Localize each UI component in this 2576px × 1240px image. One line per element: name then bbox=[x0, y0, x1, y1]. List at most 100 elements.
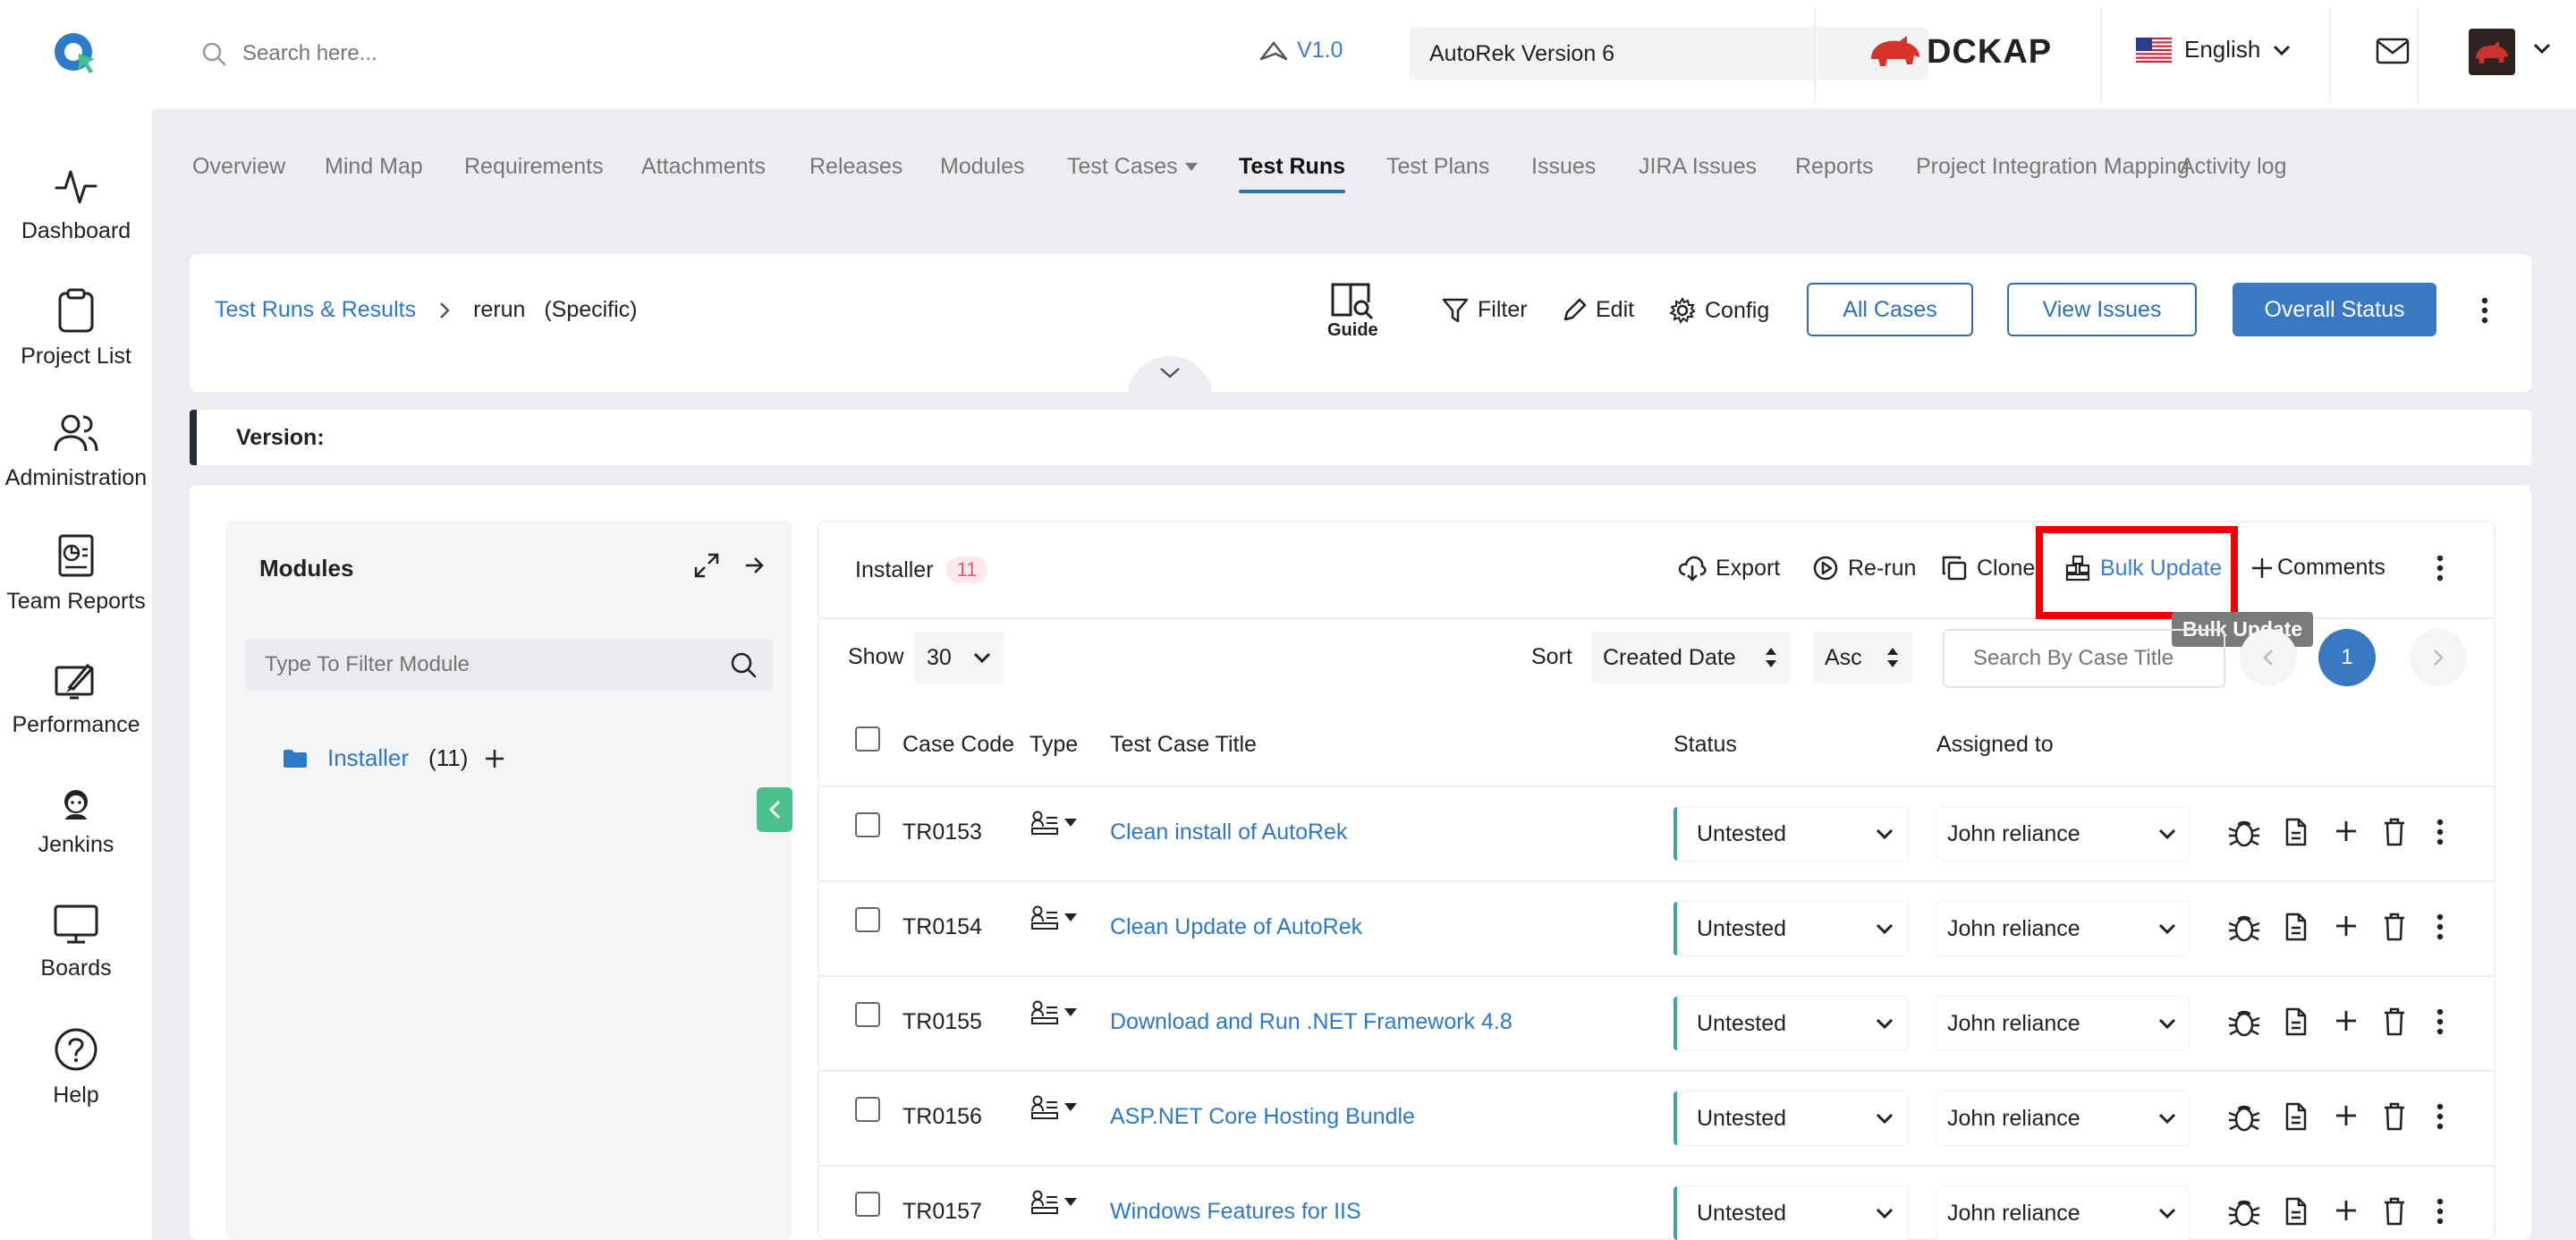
col-case-code[interactable]: Case Code bbox=[902, 732, 1014, 758]
report-bug-button[interactable] bbox=[2227, 1195, 2261, 1229]
sidebar-item-jenkins[interactable]: Jenkins bbox=[0, 786, 152, 858]
case-type-select[interactable] bbox=[1030, 1000, 1077, 1025]
language-select[interactable]: English bbox=[2136, 36, 2291, 64]
sort-field-select[interactable]: Created Date bbox=[1590, 632, 1791, 684]
more-options-button[interactable] bbox=[2479, 297, 2490, 324]
view-details-button[interactable] bbox=[2284, 1197, 2308, 1226]
delete-button[interactable] bbox=[2383, 1102, 2406, 1131]
col-status[interactable]: Status bbox=[1674, 732, 1737, 758]
status-select[interactable]: Untested bbox=[1674, 1186, 1908, 1240]
case-type-select[interactable] bbox=[1030, 1190, 1077, 1215]
edit-button[interactable]: Edit bbox=[1562, 297, 1634, 323]
case-type-select[interactable] bbox=[1030, 1095, 1077, 1120]
global-search[interactable] bbox=[201, 34, 648, 73]
case-title-link[interactable]: Download and Run .NET Framework 4.8 bbox=[1110, 1009, 1513, 1035]
case-type-select[interactable] bbox=[1030, 811, 1077, 836]
delete-button[interactable] bbox=[2383, 1197, 2406, 1226]
col-title[interactable]: Test Case Title bbox=[1110, 732, 1257, 758]
row-more-button[interactable] bbox=[2435, 1198, 2445, 1225]
assignee-select[interactable]: John reliance bbox=[1936, 997, 2189, 1050]
row-checkbox[interactable] bbox=[855, 812, 880, 837]
status-select[interactable]: Untested bbox=[1674, 807, 1908, 861]
assignee-select[interactable]: John reliance bbox=[1936, 1186, 2189, 1240]
overall-status-button[interactable]: Overall Status bbox=[2233, 283, 2436, 336]
sort-order-select[interactable]: Asc bbox=[1812, 632, 1912, 684]
collapse-modules-button[interactable] bbox=[757, 787, 792, 832]
sidebar-item-help[interactable]: Help bbox=[0, 1027, 152, 1108]
global-search-input[interactable] bbox=[242, 41, 600, 66]
tab-mind-map[interactable]: Mind Map bbox=[325, 154, 423, 180]
row-checkbox[interactable] bbox=[855, 1097, 880, 1122]
case-type-select[interactable] bbox=[1030, 905, 1077, 930]
sidebar-item-team-reports[interactable]: Team Reports bbox=[0, 533, 152, 615]
version-link[interactable]: V1.0 bbox=[1259, 38, 1343, 64]
view-details-button[interactable] bbox=[2284, 818, 2308, 846]
all-cases-button[interactable]: All Cases bbox=[1807, 283, 1973, 336]
case-title-link[interactable]: ASP.NET Core Hosting Bundle bbox=[1110, 1104, 1415, 1130]
view-issues-button[interactable]: View Issues bbox=[2007, 283, 2197, 336]
case-title-link[interactable]: Clean install of AutoRek bbox=[1110, 820, 1347, 845]
export-button[interactable]: Export bbox=[1678, 555, 1780, 582]
tab-modules[interactable]: Modules bbox=[940, 154, 1025, 180]
assignee-select[interactable]: John reliance bbox=[1936, 902, 2189, 955]
config-button[interactable]: Config bbox=[1669, 297, 1769, 324]
modules-arrow-button[interactable] bbox=[744, 555, 766, 576]
tab-jira-issues[interactable]: JIRA Issues bbox=[1639, 154, 1757, 180]
cases-more-button[interactable] bbox=[2435, 555, 2445, 582]
case-title-link[interactable]: Windows Features for IIS bbox=[1110, 1199, 1361, 1225]
view-details-button[interactable] bbox=[2284, 1007, 2308, 1036]
prev-page-button[interactable] bbox=[2240, 629, 2297, 686]
module-item-installer[interactable]: Installer (11) bbox=[283, 744, 505, 772]
sidebar-item-performance[interactable]: Performance bbox=[0, 657, 152, 738]
select-all-checkbox[interactable] bbox=[855, 726, 880, 752]
user-avatar[interactable] bbox=[2469, 29, 2515, 75]
user-menu-chevron[interactable] bbox=[2533, 43, 2551, 54]
tab-requirements[interactable]: Requirements bbox=[464, 154, 604, 180]
case-title-search[interactable] bbox=[1943, 629, 2225, 688]
add-button[interactable] bbox=[2334, 820, 2358, 843]
tab-issues[interactable]: Issues bbox=[1531, 154, 1596, 180]
row-checkbox[interactable] bbox=[855, 1002, 880, 1027]
guide-button[interactable]: Guide bbox=[1327, 279, 1378, 341]
module-filter-input[interactable] bbox=[265, 652, 694, 677]
plus-icon[interactable] bbox=[484, 748, 505, 769]
tab-overview[interactable]: Overview bbox=[192, 154, 285, 180]
case-title-link[interactable]: Clean Update of AutoRek bbox=[1110, 914, 1362, 940]
view-details-button[interactable] bbox=[2284, 913, 2308, 941]
rerun-button[interactable]: Re-run bbox=[1812, 555, 1916, 582]
filter-button[interactable]: Filter bbox=[1442, 297, 1528, 323]
tab-releases[interactable]: Releases bbox=[809, 154, 902, 180]
add-button[interactable] bbox=[2334, 1009, 2358, 1032]
row-more-button[interactable] bbox=[2435, 913, 2445, 940]
add-button[interactable] bbox=[2334, 914, 2358, 938]
delete-button[interactable] bbox=[2383, 913, 2406, 941]
sidebar-item-boards[interactable]: Boards bbox=[0, 904, 152, 981]
sidebar-item-dashboard[interactable]: Dashboard bbox=[0, 166, 152, 244]
status-select[interactable]: Untested bbox=[1674, 997, 1908, 1050]
row-more-button[interactable] bbox=[2435, 819, 2445, 845]
next-page-button[interactable] bbox=[2410, 629, 2467, 686]
report-bug-button[interactable] bbox=[2227, 816, 2261, 850]
app-logo[interactable] bbox=[52, 29, 98, 75]
expand-modules-button[interactable] bbox=[694, 553, 719, 578]
tab-project-integration-mapping[interactable]: Project Integration Mapping bbox=[1916, 154, 2190, 180]
sidebar-item-administration[interactable]: Administration bbox=[0, 412, 152, 491]
tab-test-plans[interactable]: Test Plans bbox=[1386, 154, 1489, 180]
tab-attachments[interactable]: Attachments bbox=[641, 154, 766, 180]
report-bug-button[interactable] bbox=[2227, 1006, 2261, 1040]
tab-test-cases[interactable]: Test Cases bbox=[1067, 154, 1198, 180]
col-assigned[interactable]: Assigned to bbox=[1936, 732, 2054, 758]
clone-button[interactable]: Clone bbox=[1941, 555, 2035, 582]
col-type[interactable]: Type bbox=[1030, 732, 1078, 758]
assignee-select[interactable]: John reliance bbox=[1936, 807, 2189, 861]
collapse-toolbar-button[interactable] bbox=[1127, 356, 1213, 399]
status-select[interactable]: Untested bbox=[1674, 1091, 1908, 1145]
status-select[interactable]: Untested bbox=[1674, 902, 1908, 955]
module-filter[interactable] bbox=[245, 639, 773, 691]
delete-button[interactable] bbox=[2383, 818, 2406, 846]
tab-activity-log[interactable]: Activity log bbox=[2180, 154, 2286, 180]
page-size-select[interactable]: 30 bbox=[914, 632, 1004, 684]
delete-button[interactable] bbox=[2383, 1007, 2406, 1036]
page-1-button[interactable]: 1 bbox=[2318, 629, 2376, 686]
row-more-button[interactable] bbox=[2435, 1103, 2445, 1130]
